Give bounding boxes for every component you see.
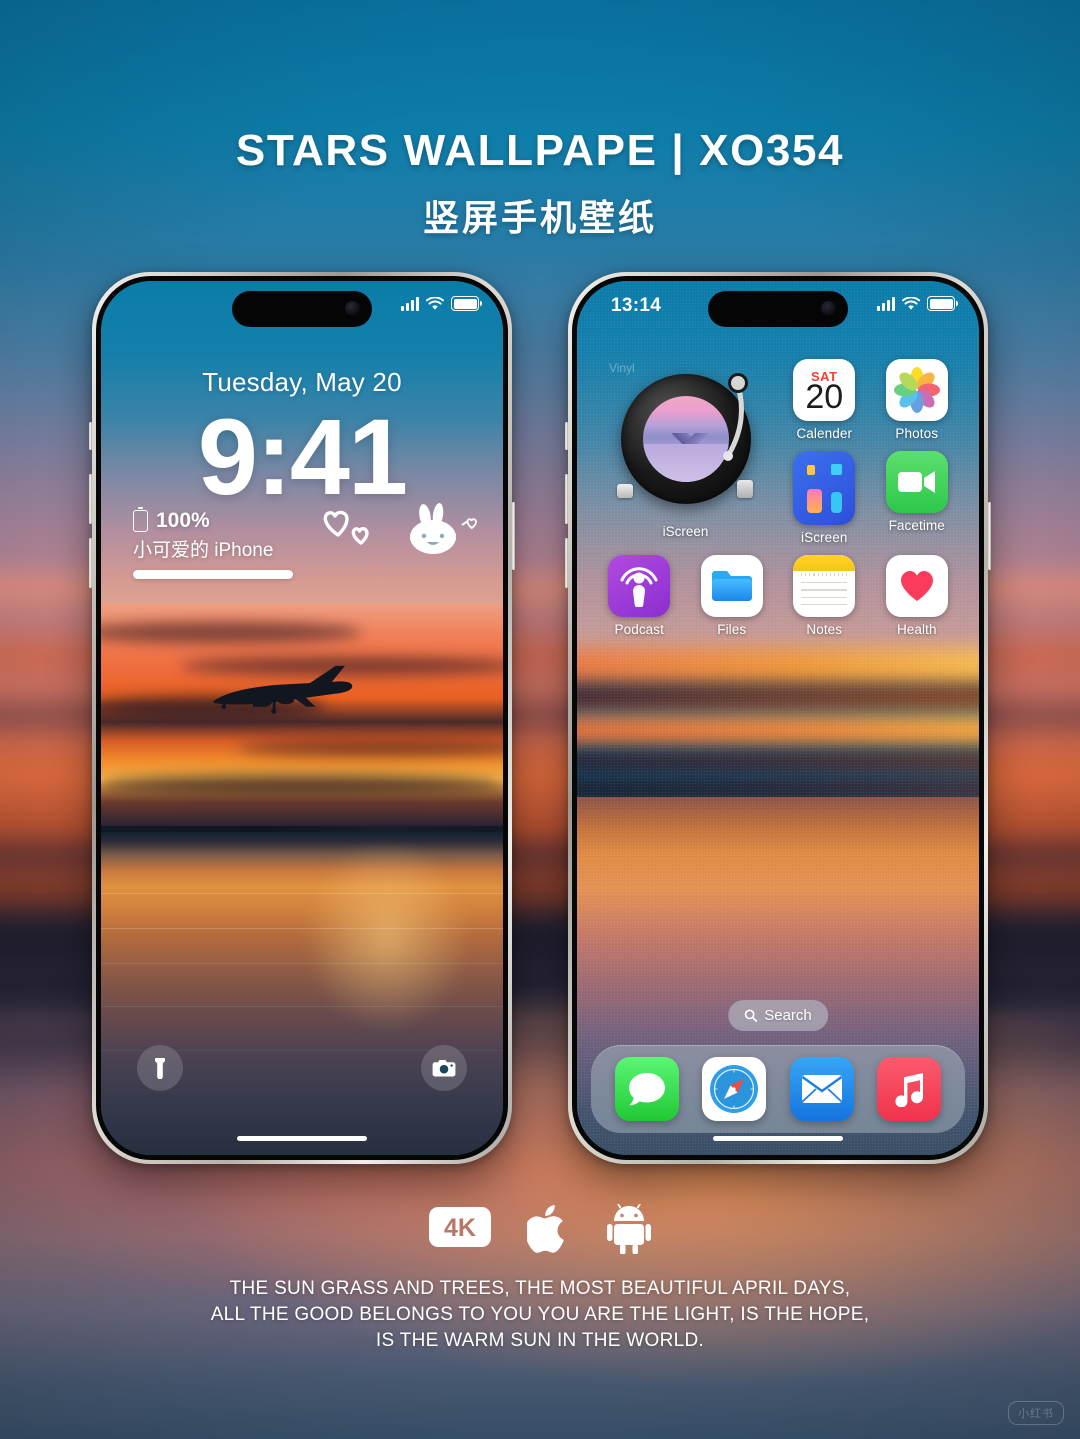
phone-mockup-lock-screen: Tuesday, May 20 9:41 100% 小可爱的 iPhone — [89, 272, 515, 1164]
battery-full-icon — [451, 296, 482, 311]
app-icon-mail[interactable] — [789, 1057, 854, 1121]
caption-line-3: IS THE WARM SUN IN THE WORLD. — [375, 1330, 705, 1352]
signal-bars-icon — [401, 296, 419, 311]
volume-up-button[interactable] — [565, 474, 568, 524]
app-icon-notes[interactable]: Notes — [780, 555, 869, 637]
apple-logo-icon — [527, 1205, 564, 1253]
app-icon-facetime[interactable]: Facetime — [873, 451, 962, 545]
dynamic-island — [232, 291, 372, 327]
messages-icon — [628, 1073, 665, 1106]
widget-iscreen-vinyl[interactable]: Vinyl iScreen — [595, 359, 776, 545]
mute-switch[interactable] — [565, 422, 568, 450]
vinyl-turntable-icon — [611, 366, 761, 516]
camera-icon — [432, 1059, 456, 1076]
app-label: Files — [717, 622, 747, 637]
volume-down-button[interactable] — [89, 538, 92, 588]
4k-icon: 4K — [429, 1206, 491, 1247]
app-label: Calender — [796, 426, 853, 441]
app-grid: Vinyl iScreen SAT 20 Calender Photos iSc… — [595, 359, 961, 637]
mail-icon — [801, 1075, 842, 1103]
safari-icon — [710, 1065, 759, 1113]
mute-switch[interactable] — [89, 422, 92, 450]
app-icon-messages[interactable] — [614, 1057, 679, 1121]
battery-level-bar — [133, 570, 293, 579]
bunny-face-icon — [410, 503, 477, 554]
search-icon — [744, 1009, 758, 1022]
power-button[interactable] — [512, 502, 515, 570]
search-button[interactable]: Search — [728, 1000, 828, 1031]
app-icon-podcast[interactable]: Podcast — [595, 555, 684, 637]
calendar-icon: SAT 20 — [793, 359, 856, 421]
sticker-group — [323, 503, 477, 554]
power-button[interactable] — [988, 502, 991, 570]
wallpaper-poster: STARS WALLPAPE | XO354 竖屏手机壁纸 Tuesday, M… — [0, 0, 1080, 1439]
android-logo-icon — [607, 1204, 651, 1254]
home-indicator[interactable] — [237, 1136, 367, 1141]
wifi-icon — [902, 296, 920, 310]
flashlight-icon — [155, 1058, 165, 1079]
iscreen-icon — [793, 451, 856, 525]
app-label: Podcast — [614, 622, 664, 637]
airplane-silhouette-icon — [214, 665, 353, 714]
app-icon-music[interactable] — [877, 1057, 942, 1121]
app-icon-calender[interactable]: SAT 20 Calender — [780, 359, 869, 441]
files-icon — [700, 555, 763, 617]
app-label: iScreen — [801, 530, 848, 545]
app-icon-health[interactable]: Health — [873, 555, 962, 637]
poster-heading: STARS WALLPAPE | XO354 竖屏手机壁纸 — [0, 126, 1080, 241]
caption-line-1: THE SUN GRASS AND TREES, THE MOST BEAUTI… — [229, 1278, 851, 1299]
app-label: Health — [896, 622, 937, 637]
lock-screen[interactable]: Tuesday, May 20 9:41 100% 小可爱的 iPhone — [101, 281, 503, 1155]
device-name: 小可爱的 iPhone — [133, 540, 274, 561]
notes-icon — [793, 555, 856, 617]
phone-mockup-home-screen: 13:14 Vinyl iScreen SAT 20 Calender Phot… — [565, 272, 991, 1164]
caption-line-2: ALL THE GOOD BELONGS TO YOU YOU ARE THE … — [210, 1304, 870, 1326]
flashlight-button[interactable] — [137, 1045, 183, 1091]
photos-icon — [885, 359, 948, 421]
watermark: 小红书 — [1008, 1401, 1064, 1425]
widget-label: iScreen — [662, 523, 709, 539]
app-icon-photos[interactable]: Photos — [873, 359, 962, 441]
facetime-icon — [885, 451, 948, 513]
lock-status-bar — [101, 281, 503, 333]
tonearm-icon — [722, 372, 748, 461]
home-indicator[interactable] — [713, 1136, 843, 1141]
search-label: Search — [764, 1007, 812, 1024]
app-label: Photos — [895, 426, 939, 441]
signal-bars-icon — [877, 296, 895, 311]
4k-badge: 4K — [429, 1206, 491, 1252]
app-icon-files[interactable]: Files — [688, 555, 777, 637]
lock-widget-stack[interactable]: 100% 小可爱的 iPhone — [133, 507, 293, 579]
page-subtitle: 竖屏手机壁纸 — [422, 196, 657, 238]
health-icon — [885, 555, 948, 617]
format-badges: 4K — [0, 1203, 1080, 1255]
dock — [591, 1045, 965, 1133]
status-time: 13:14 — [611, 295, 662, 316]
poster-caption: THE SUN GRASS AND TREES, THE MOST BEAUTI… — [0, 1276, 1080, 1355]
home-screen[interactable]: 13:14 Vinyl iScreen SAT 20 Calender Phot… — [577, 281, 979, 1155]
music-icon — [895, 1073, 924, 1107]
home-status-bar: 13:14 — [577, 281, 979, 333]
app-label: Facetime — [888, 518, 945, 533]
wifi-icon — [426, 296, 444, 310]
app-icon-safari[interactable] — [702, 1057, 767, 1121]
volume-down-button[interactable] — [565, 538, 568, 588]
calendar-day-number: 20 — [805, 378, 844, 417]
volume-up-button[interactable] — [89, 474, 92, 524]
battery-widget-icon — [133, 507, 148, 532]
battery-percent: 100% — [156, 509, 210, 532]
battery-full-icon — [927, 296, 958, 311]
page-title: STARS WALLPAPE | XO354 — [235, 126, 845, 175]
app-icon-iscreen[interactable]: iScreen — [780, 451, 869, 545]
dynamic-island — [708, 291, 848, 327]
camera-button[interactable] — [421, 1045, 467, 1091]
app-label: Notes — [806, 622, 843, 637]
podcast-icon — [608, 555, 671, 617]
